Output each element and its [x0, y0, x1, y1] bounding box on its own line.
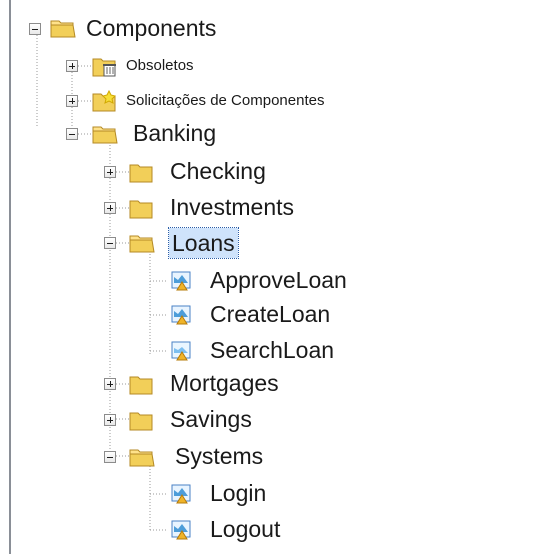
folder-icon: [129, 376, 153, 395]
tree-node-label: Systems: [175, 443, 264, 469]
collapse-toggle-icon[interactable]: [104, 237, 116, 249]
open-folder-icon: [50, 20, 76, 38]
tree-node-label: Login: [210, 480, 267, 506]
expand-toggle-icon[interactable]: [66, 95, 78, 107]
tree-node-label: SearchLoan: [210, 337, 335, 363]
tree-node-label: Checking: [170, 158, 266, 184]
folder-icon: [129, 200, 153, 219]
component-icon: [171, 271, 191, 291]
open-folder-icon: [129, 235, 155, 253]
collapse-toggle-icon[interactable]: [104, 451, 116, 463]
tree-node-label: Components: [86, 15, 217, 41]
tree-node-label: Banking: [133, 120, 217, 146]
open-folder-icon: [92, 126, 118, 144]
expand-toggle-icon[interactable]: [104, 414, 116, 426]
component-icon: [171, 484, 191, 504]
component-icon: [171, 341, 191, 361]
tree-node-label: ApproveLoan: [210, 267, 347, 293]
component-tree-pane: Components Obsoletos Solicitações de Com…: [0, 0, 540, 554]
tree-node-label: CreateLoan: [210, 301, 331, 327]
tree-node-label: Obsoletos: [126, 57, 194, 74]
request-folder-icon: [92, 89, 116, 112]
collapse-toggle-icon[interactable]: [66, 128, 78, 140]
folder-icon: [129, 412, 153, 431]
tree-node-label: Investments: [170, 194, 294, 220]
expand-toggle-icon[interactable]: [104, 378, 116, 390]
component-tree[interactable]: Components Obsoletos Solicitações de Com…: [0, 0, 540, 554]
collapse-toggle-icon[interactable]: [29, 23, 41, 35]
tree-node-label: Solicitações de Componentes: [126, 92, 325, 109]
tree-node-label: Loans: [168, 227, 239, 259]
open-folder-icon: [129, 449, 155, 467]
tree-node-label: Mortgages: [170, 370, 279, 396]
component-icon: [171, 520, 191, 540]
tree-node-label: Savings: [170, 406, 252, 432]
component-icon: [171, 305, 191, 325]
expand-toggle-icon[interactable]: [66, 60, 78, 72]
expand-toggle-icon[interactable]: [104, 202, 116, 214]
tree-node-label: Logout: [210, 516, 281, 542]
expand-toggle-icon[interactable]: [104, 166, 116, 178]
obsolete-folder-icon: [92, 58, 116, 77]
folder-icon: [129, 164, 153, 183]
